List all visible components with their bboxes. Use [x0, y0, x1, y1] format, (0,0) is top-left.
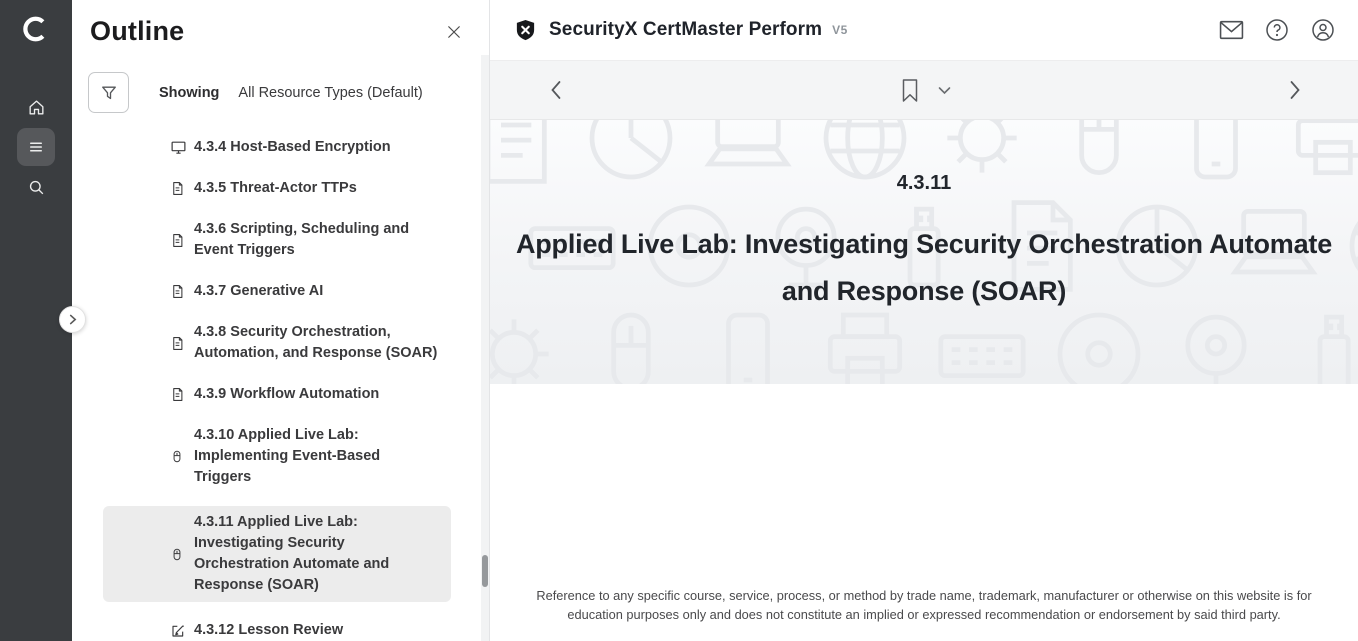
bookmark-menu-button[interactable] — [938, 86, 951, 95]
outline-scrollbar-thumb[interactable] — [482, 555, 488, 587]
document-icon — [170, 232, 187, 249]
lesson-section-number: 4.3.11 — [490, 172, 1358, 195]
shield-x-icon — [514, 18, 537, 42]
mouse-icon — [170, 448, 187, 465]
c-logo-icon — [21, 14, 51, 44]
product-version-badge: V5 — [832, 23, 848, 37]
filter-button[interactable] — [88, 72, 129, 113]
outline-item-4-3-11-selected[interactable]: 4.3.11 Applied Live Lab: Investigating S… — [103, 506, 451, 602]
outline-item-4-3-12[interactable]: 4.3.12 Lesson Review — [103, 618, 451, 641]
brand: SecurityX CertMaster Perform V5 — [514, 18, 848, 42]
outline-item-4-3-6[interactable]: 4.3.6 Scripting, Scheduling and Event Tr… — [103, 217, 451, 263]
outline-item-label: 4.3.11 Applied Live Lab: Investigating S… — [194, 512, 441, 596]
outline-item-4-3-10[interactable]: 4.3.10 Applied Live Lab: Implementing Ev… — [103, 423, 451, 490]
product-title: SecurityX CertMaster Perform — [549, 19, 822, 41]
mail-button[interactable] — [1218, 17, 1244, 43]
outline-item-label: 4.3.5 Threat-Actor TTPs — [194, 178, 357, 199]
outline-list: 4.3.4 Host-Based Encryption 4.3.5 Threat… — [72, 135, 489, 641]
outline-item-label: 4.3.9 Workflow Automation — [194, 384, 379, 405]
app-window: Outline Showing All Resource Types (Defa… — [0, 0, 1358, 641]
outline-panel: Outline Showing All Resource Types (Defa… — [72, 0, 490, 641]
app-header: SecurityX CertMaster Perform V5 — [490, 0, 1358, 60]
filter-value[interactable]: All Resource Types (Default) — [238, 85, 422, 101]
edit-icon — [170, 623, 187, 639]
outline-item-label: 4.3.8 Security Orchestration, Automation… — [194, 322, 441, 364]
disclaimer-text: Reference to any specific course, servic… — [530, 587, 1318, 624]
bookmark-button[interactable] — [900, 78, 920, 103]
outline-item-label: 4.3.6 Scripting, Scheduling and Event Tr… — [194, 219, 441, 261]
outline-item-4-3-4[interactable]: 4.3.4 Host-Based Encryption — [103, 135, 451, 160]
search-button[interactable] — [17, 168, 55, 206]
outline-item-label: 4.3.12 Lesson Review — [194, 620, 343, 641]
chevron-right-icon — [68, 314, 77, 325]
main-region: SecurityX CertMaster Perform V5 — [490, 0, 1358, 641]
chevron-down-icon — [938, 86, 951, 95]
document-icon — [170, 283, 187, 300]
panel-expand-handle[interactable] — [59, 306, 86, 333]
help-button[interactable] — [1264, 17, 1290, 43]
outline-toggle-button[interactable] — [17, 128, 55, 166]
home-button[interactable] — [17, 88, 55, 126]
outline-item-label: 4.3.7 Generative AI — [194, 281, 323, 302]
lesson-content: 4.3.11 Applied Live Lab: Investigating S… — [490, 120, 1358, 641]
outline-item-4-3-5[interactable]: 4.3.5 Threat-Actor TTPs — [103, 176, 451, 201]
filter-funnel-icon — [99, 83, 119, 103]
outline-item-4-3-9[interactable]: 4.3.9 Workflow Automation — [103, 382, 451, 407]
outline-item-label: 4.3.4 Host-Based Encryption — [194, 137, 391, 158]
showing-label: Showing — [159, 85, 219, 101]
list-icon — [27, 138, 45, 156]
chevron-right-icon — [1289, 80, 1302, 100]
profile-button[interactable] — [1310, 17, 1336, 43]
outline-item-4-3-7[interactable]: 4.3.7 Generative AI — [103, 279, 451, 304]
close-icon — [445, 23, 463, 41]
home-icon — [27, 98, 46, 117]
bookmark-icon — [900, 78, 920, 103]
outline-scrollbar-track[interactable] — [481, 55, 489, 641]
monitor-icon — [170, 139, 187, 156]
outline-panel-title: Outline — [90, 16, 184, 47]
lesson-title: Applied Live Lab: Investigating Security… — [491, 221, 1357, 315]
document-icon — [170, 386, 187, 403]
help-icon — [1265, 18, 1289, 42]
mail-icon — [1219, 20, 1244, 40]
previous-page-button[interactable] — [540, 75, 570, 105]
search-icon — [27, 178, 46, 197]
outline-item-label: 4.3.10 Applied Live Lab: Implementing Ev… — [194, 425, 441, 488]
next-page-button[interactable] — [1280, 75, 1310, 105]
disclaimer: Reference to any specific course, servic… — [490, 587, 1358, 624]
close-outline-button[interactable] — [441, 19, 467, 45]
lesson-toolbar — [490, 60, 1358, 120]
chevron-left-icon — [549, 80, 562, 100]
document-icon — [170, 335, 187, 352]
profile-icon — [1311, 18, 1335, 42]
mouse-icon — [170, 546, 187, 563]
comptia-logo[interactable] — [19, 12, 53, 46]
document-icon — [170, 180, 187, 197]
lesson-hero-band: 4.3.11 Applied Live Lab: Investigating S… — [490, 120, 1358, 384]
outline-item-4-3-8[interactable]: 4.3.8 Security Orchestration, Automation… — [103, 320, 451, 366]
